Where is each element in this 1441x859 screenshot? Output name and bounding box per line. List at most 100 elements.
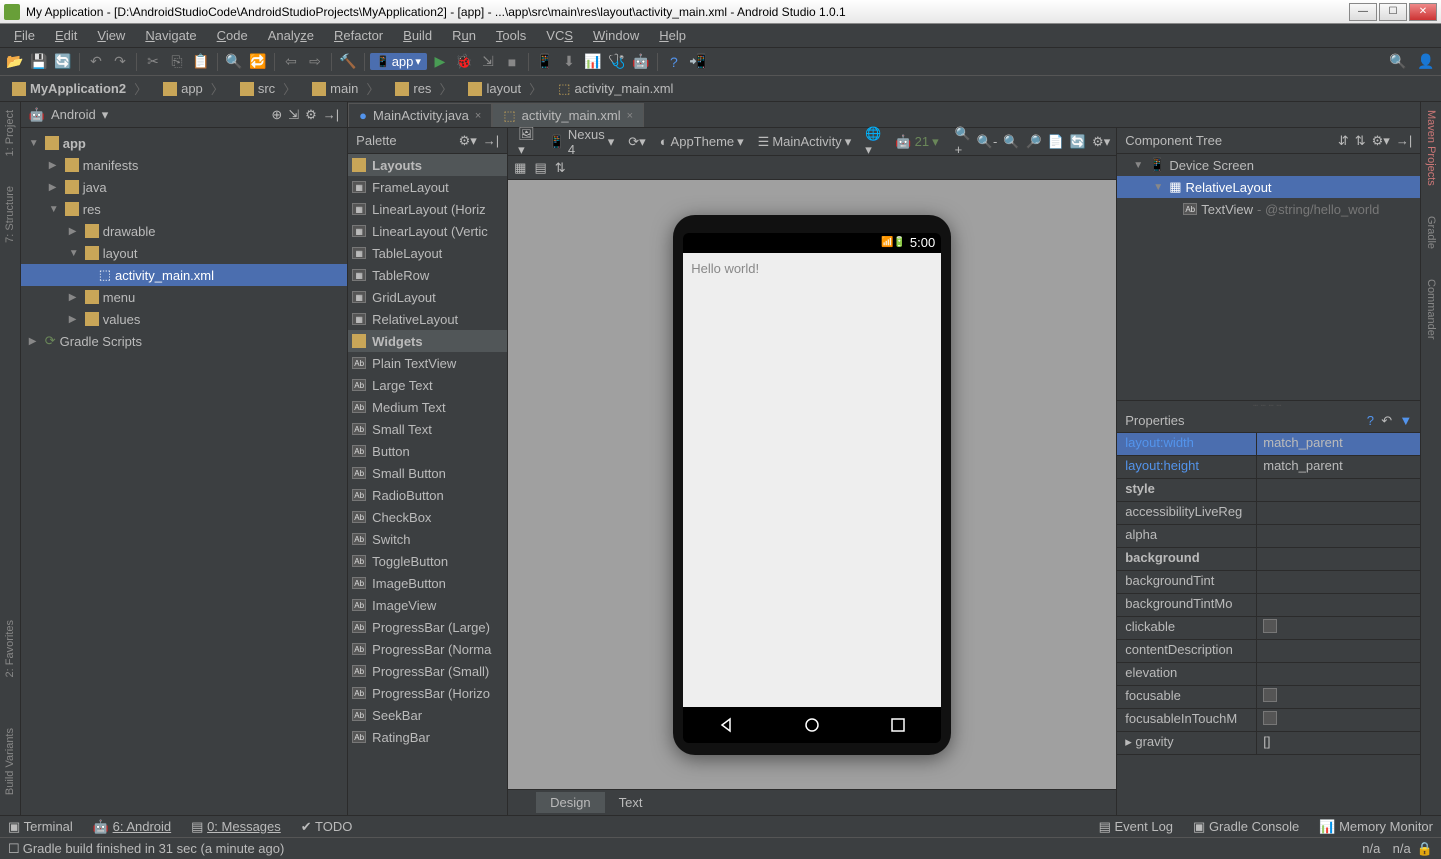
replace-icon[interactable]: 🔁 [247, 51, 269, 73]
property-row[interactable]: alpha [1117, 525, 1420, 548]
property-row[interactable]: ▸ gravity[] [1117, 732, 1420, 755]
tree-manifests[interactable]: ▶manifests [21, 154, 347, 176]
palette-item[interactable]: ▦RelativeLayout [348, 308, 507, 330]
palette-item[interactable]: AbProgressBar (Large) [348, 616, 507, 638]
settings-icon[interactable]: ⚙▾ [1092, 134, 1110, 150]
zoom-in-icon[interactable]: 🔍+ [955, 126, 971, 157]
palette-item[interactable]: AbSeekBar [348, 704, 507, 726]
device-selector[interactable]: 📱 Nexus 4 ▾ [545, 126, 619, 158]
tree-values[interactable]: ▶values [21, 308, 347, 330]
palette-layouts-header[interactable]: Layouts [348, 154, 507, 176]
vtab-gradle[interactable]: Gradle [1425, 216, 1437, 249]
palette-item[interactable]: ▦FrameLayout [348, 176, 507, 198]
refresh-icon[interactable]: 📄 [1048, 134, 1064, 150]
property-row[interactable]: layout:widthmatch_parent [1117, 433, 1420, 456]
property-row[interactable]: backgroundTint [1117, 571, 1420, 594]
make-icon[interactable]: 🔨 [337, 51, 359, 73]
palette-sort-icon[interactable]: ⇅ [555, 160, 566, 176]
palette-item[interactable]: ▦LinearLayout (Horiz [348, 198, 507, 220]
user-icon[interactable]: 👤 [1415, 51, 1437, 73]
tree-menu[interactable]: ▶menu [21, 286, 347, 308]
vtab-maven[interactable]: Maven Projects [1425, 110, 1437, 186]
close-tab-icon[interactable]: × [627, 110, 633, 122]
zoom-fit-icon[interactable]: 🔎 [1025, 134, 1041, 150]
tree-gradle-scripts[interactable]: ▶⟳Gradle Scripts [21, 330, 347, 352]
search-icon[interactable]: 🔍 [1387, 51, 1409, 73]
menu-edit[interactable]: Edit [45, 26, 87, 45]
property-row[interactable]: contentDescription [1117, 640, 1420, 663]
vtab-structure[interactable]: 7: Structure [4, 186, 16, 243]
property-row[interactable]: backgroundTintMo [1117, 594, 1420, 617]
menu-run[interactable]: Run [442, 26, 486, 45]
stop-icon[interactable]: ■ [501, 51, 523, 73]
render-icon[interactable]: 🖼▾ [514, 125, 539, 159]
crumb-file[interactable]: ⬚activity_main.xml [550, 79, 689, 99]
menu-help[interactable]: Help [649, 26, 696, 45]
orientation-icon[interactable]: ⟳▾ [624, 133, 649, 151]
property-row[interactable]: clickable [1117, 617, 1420, 640]
palette-item[interactable]: ▦TableLayout [348, 242, 507, 264]
messages-tab[interactable]: ▤ 0: Messages [191, 819, 281, 835]
text-tab[interactable]: Text [605, 792, 657, 813]
expand-icon[interactable]: ⇵ [1338, 133, 1349, 149]
vtab-build-variants[interactable]: Build Variants [4, 728, 16, 795]
find-icon[interactable]: 🔍 [223, 51, 245, 73]
ctree-device-screen[interactable]: ▼📱Device Screen [1117, 154, 1420, 176]
hide-icon[interactable]: →| [1396, 133, 1412, 148]
crumb-res[interactable]: res [387, 77, 460, 100]
open-icon[interactable]: 📂 [4, 51, 26, 73]
scroll-from-source-icon[interactable]: ⊕ [271, 107, 282, 123]
run-config-selector[interactable]: 📱 app ▾ [370, 53, 427, 70]
copy-icon[interactable]: ⎘ [166, 51, 188, 73]
palette-list-icon[interactable]: ▤ [534, 160, 546, 176]
tree-layout[interactable]: ▼layout [21, 242, 347, 264]
palette-grid-icon[interactable]: ▦ [514, 160, 526, 176]
debug-icon[interactable]: 🐞 [453, 51, 475, 73]
property-row[interactable]: focusable [1117, 686, 1420, 709]
menu-file[interactable]: File [4, 26, 45, 45]
palette-item[interactable]: AbProgressBar (Small) [348, 660, 507, 682]
memory-monitor-tab[interactable]: 📊 Memory Monitor [1319, 819, 1433, 835]
menu-vcs[interactable]: VCS [536, 26, 583, 45]
tree-activity-main-xml[interactable]: ⬚activity_main.xml [21, 264, 347, 286]
vtab-favorites[interactable]: 2: Favorites [4, 620, 16, 677]
checkbox[interactable] [1263, 619, 1277, 633]
menu-view[interactable]: View [87, 26, 135, 45]
menu-tools[interactable]: Tools [486, 26, 536, 45]
run-icon[interactable]: ▶ [429, 51, 451, 73]
terminal-tab[interactable]: ▣ Terminal [8, 819, 73, 835]
tree-drawable[interactable]: ▶drawable [21, 220, 347, 242]
todo-tab[interactable]: ✔ TODO [301, 819, 353, 835]
palette-item[interactable]: AbButton [348, 440, 507, 462]
menu-code[interactable]: Code [207, 26, 258, 45]
property-row[interactable]: layout:heightmatch_parent [1117, 456, 1420, 479]
help-icon[interactable]: ? [663, 51, 685, 73]
tree-java[interactable]: ▶java [21, 176, 347, 198]
checkbox[interactable] [1263, 688, 1277, 702]
forward-icon[interactable]: ⇨ [304, 51, 326, 73]
gear-icon[interactable]: ⚙▾ [1372, 133, 1390, 149]
ddms-icon[interactable]: 📊 [582, 51, 604, 73]
activity-selector[interactable]: ☰ MainActivity ▾ [754, 133, 856, 151]
property-row[interactable]: accessibilityLiveReg [1117, 502, 1420, 525]
theme-selector[interactable]: ◐ AppTheme ▾ [656, 133, 748, 151]
crumb-main[interactable]: main [304, 77, 387, 100]
collapse-icon[interactable]: ⇲ [288, 107, 299, 123]
palette-item[interactable]: ▦GridLayout [348, 286, 507, 308]
genymotion-icon[interactable]: 📲 [687, 51, 709, 73]
palette-item[interactable]: AbProgressBar (Horizo [348, 682, 507, 704]
sync-icon[interactable]: 🔄 [52, 51, 74, 73]
paste-icon[interactable]: 📋 [190, 51, 212, 73]
tree-app[interactable]: ▼app [21, 132, 347, 154]
palette-item[interactable]: AbToggleButton [348, 550, 507, 572]
monitor-icon[interactable]: 🩺 [606, 51, 628, 73]
hide-icon[interactable]: →| [323, 107, 339, 122]
capture-icon[interactable]: 🔄 [1070, 134, 1086, 150]
tab-activity-main-xml[interactable]: ⬚activity_main.xml× [492, 103, 644, 127]
maximize-button[interactable]: ☐ [1379, 3, 1407, 21]
palette-item[interactable]: AbImageButton [348, 572, 507, 594]
api-selector[interactable]: 🤖21▾ [891, 133, 942, 151]
crumb-layout[interactable]: layout [460, 77, 550, 100]
eventlog-tab[interactable]: ▤ Event Log [1099, 819, 1173, 835]
design-canvas[interactable]: 📶🔋5:00 Hello world! [508, 180, 1116, 789]
